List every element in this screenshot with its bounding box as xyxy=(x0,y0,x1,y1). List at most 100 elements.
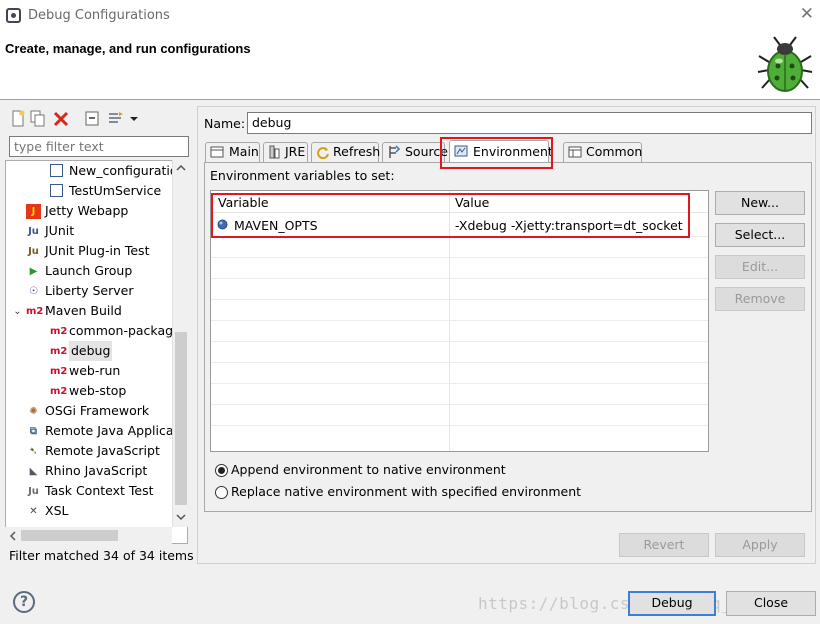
tree-item-label: Rhino JavaScript xyxy=(45,463,148,478)
tree-item-label: Jetty Webapp xyxy=(45,203,129,218)
scroll-thumb[interactable] xyxy=(21,530,118,541)
close-icon[interactable]: ✕ xyxy=(800,4,814,24)
tree-item[interactable]: New_configuratio xyxy=(6,161,178,181)
tree-item-label: JUnit Plug-in Test xyxy=(45,243,150,258)
tree-item[interactable]: ☉ Liberty Server xyxy=(6,281,176,301)
help-icon[interactable]: ? xyxy=(13,591,35,613)
tree-item-label: TestUmService xyxy=(69,183,162,198)
tree-item[interactable]: TestUmService xyxy=(6,181,176,201)
duplicate-icon[interactable] xyxy=(30,110,46,127)
tree-item-label: Remote JavaScript xyxy=(45,443,160,458)
chevron-down-icon[interactable]: ⌄ xyxy=(10,304,25,319)
name-input[interactable]: debug xyxy=(247,112,812,134)
tree-item[interactable]: ▶ Launch Group xyxy=(6,261,176,281)
rhino-icon: ◣ xyxy=(29,466,38,477)
m2-icon: m2 xyxy=(50,326,68,337)
append-env-label[interactable]: Append environment to native environment xyxy=(231,462,506,477)
filter-status: Filter matched 34 of 34 items xyxy=(9,548,194,563)
tree-item[interactable]: ⧉ Remote Java Applica xyxy=(6,421,176,441)
tree-horizontal-scrollbar[interactable] xyxy=(5,527,172,544)
remote-js-icon: ➷ xyxy=(29,446,38,457)
banner: Create, manage, and run configurations xyxy=(0,31,820,100)
tree-item[interactable]: Ju JUnit xyxy=(6,221,176,241)
tree-item-label: Remote Java Applica xyxy=(45,423,174,438)
xsl-icon: ✕ xyxy=(29,506,38,517)
left-toolbar xyxy=(5,108,195,132)
tab-main[interactable]: Main xyxy=(205,142,260,162)
tree-item-label: Liberty Server xyxy=(45,283,134,298)
new-config-icon[interactable] xyxy=(10,110,26,127)
tree-item-label: web-stop xyxy=(69,383,127,398)
junit-plugin-icon: Ju xyxy=(28,246,39,257)
tree-item[interactable]: m2 web-run xyxy=(6,361,176,381)
highlight-environment-tab xyxy=(440,137,553,169)
filter-input[interactable] xyxy=(9,136,189,157)
env-variables-label: Environment variables to set: xyxy=(210,168,395,183)
tree-item[interactable]: ◣ Rhino JavaScript xyxy=(6,461,176,481)
tree-item-label: Maven Build xyxy=(45,303,122,318)
select-env-button[interactable]: Select... xyxy=(715,223,805,247)
source-icon xyxy=(389,145,401,158)
tree-item[interactable]: ➷ Remote JavaScript xyxy=(6,441,176,461)
scroll-thumb[interactable] xyxy=(175,332,187,505)
tab-jre[interactable]: JRE xyxy=(263,142,308,162)
tab-common[interactable]: Common xyxy=(563,142,642,162)
tree-item[interactable]: J Jetty Webapp xyxy=(6,201,176,221)
liberty-icon: ☉ xyxy=(29,286,38,297)
apply-button[interactable]: Apply xyxy=(715,533,805,557)
config-tree[interactable]: New_configuratio TestUmService J Jetty Weba… xyxy=(5,160,188,544)
bug-icon xyxy=(757,36,813,92)
collapse-all-icon[interactable] xyxy=(84,110,100,127)
tree-item-label: JUnit xyxy=(45,223,75,238)
task-context-icon: Ju xyxy=(28,486,39,497)
delete-icon[interactable] xyxy=(53,110,69,127)
remote-java-icon: ⧉ xyxy=(29,426,38,437)
new-env-button[interactable]: New... xyxy=(715,191,805,215)
scroll-up-icon[interactable] xyxy=(176,164,186,172)
tree-item[interactable]: ✺ OSGi Framework xyxy=(6,401,176,421)
tree-item-label: web-run xyxy=(69,363,121,378)
edit-env-button[interactable]: Edit... xyxy=(715,255,805,279)
close-button[interactable]: Close xyxy=(726,591,816,616)
jetty-icon: J xyxy=(26,204,41,219)
title-bar: Debug Configurations ✕ xyxy=(0,0,820,31)
replace-env-label[interactable]: Replace native environment with specifie… xyxy=(231,484,581,499)
tree-item[interactable]: Ju Task Context Test xyxy=(6,481,176,501)
tab-source[interactable]: Source xyxy=(382,142,448,162)
append-env-radio[interactable] xyxy=(215,464,228,477)
jre-icon xyxy=(269,145,280,159)
tree-item-label: Task Context Test xyxy=(45,483,154,498)
refresh-icon xyxy=(317,147,329,159)
tree-item[interactable]: Ju JUnit Plug-in Test xyxy=(6,241,176,261)
tree-item-label: common-package xyxy=(69,323,181,338)
revert-button[interactable]: Revert xyxy=(619,533,709,557)
tree-item-label: debug xyxy=(69,341,113,361)
remove-env-button[interactable]: Remove xyxy=(715,287,805,311)
scroll-down-icon[interactable] xyxy=(176,513,186,521)
highlight-env-row xyxy=(211,193,690,238)
banner-title: Create, manage, and run configurations xyxy=(5,41,251,56)
scroll-left-icon[interactable] xyxy=(9,531,17,541)
m2-icon: m2 xyxy=(26,306,44,317)
filter-icon[interactable] xyxy=(108,110,124,127)
tree-item[interactable]: m2 web-stop xyxy=(6,381,176,401)
osgi-icon: ✺ xyxy=(29,406,38,417)
debug-button[interactable]: Debug xyxy=(628,591,716,616)
m2-icon: m2 xyxy=(50,366,68,377)
tree-item[interactable]: m2 debug xyxy=(6,341,176,361)
tree-item-label: Launch Group xyxy=(45,263,133,278)
tree-item[interactable]: m2 common-package xyxy=(6,321,181,341)
tree-item[interactable]: ⌄ m2 Maven Build xyxy=(6,301,176,321)
name-label: Name: xyxy=(204,116,246,131)
tab-refresh[interactable]: Refresh xyxy=(311,142,380,162)
tree-item-label: New_configuratio xyxy=(69,163,178,178)
launch-group-icon: ▶ xyxy=(29,266,38,277)
tree-item[interactable]: ✕ XSL xyxy=(6,501,176,521)
app-icon xyxy=(6,8,21,23)
m2-icon: m2 xyxy=(50,386,68,397)
m2-icon: m2 xyxy=(50,346,68,357)
chevron-down-icon[interactable] xyxy=(129,110,139,127)
main-icon xyxy=(210,146,224,158)
tree-vertical-scrollbar[interactable] xyxy=(172,160,188,527)
replace-env-radio[interactable] xyxy=(215,486,228,499)
